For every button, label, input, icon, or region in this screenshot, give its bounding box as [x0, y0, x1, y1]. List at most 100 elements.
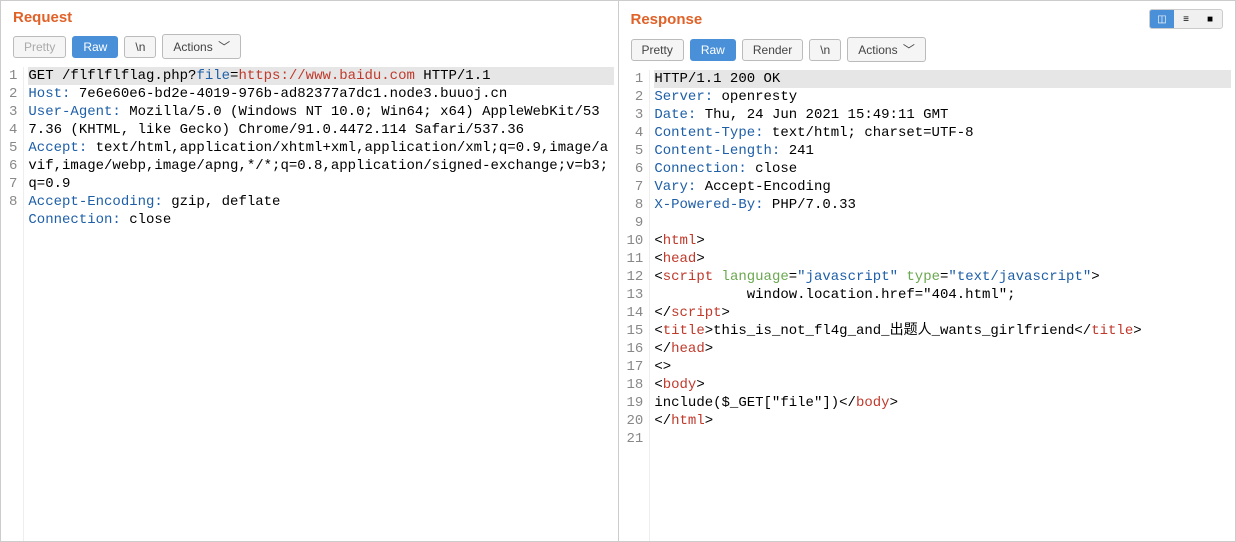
- response-panel: Response Pretty Raw Render \n Actions ﹀ …: [619, 1, 1236, 541]
- code-token: language: [722, 269, 789, 285]
- request-editor[interactable]: 12345678 GET /flflflflag.php?file=https:…: [1, 67, 618, 541]
- code-token: <: [654, 323, 662, 339]
- line-number: 8: [627, 196, 644, 214]
- pretty-button[interactable]: Pretty: [631, 39, 684, 61]
- code-line[interactable]: <script language="javascript" type="text…: [654, 268, 1231, 286]
- code-token: <: [654, 269, 662, 285]
- pretty-button[interactable]: Pretty: [13, 36, 66, 58]
- code-token: >: [705, 323, 713, 339]
- request-panel: Request Pretty Raw \n Actions ﹀ 12345678…: [1, 1, 619, 541]
- code-line[interactable]: include($_GET["file"])</body>: [654, 394, 1231, 412]
- line-number: 17: [627, 358, 644, 376]
- code-line[interactable]: <title>this_is_not_fl4g_and_出题人_wants_gi…: [654, 322, 1231, 340]
- code-token: ": [948, 269, 956, 285]
- code-token: type: [906, 269, 940, 285]
- code-line[interactable]: </script>: [654, 304, 1231, 322]
- code-line[interactable]: Vary: Accept-Encoding: [654, 178, 1231, 196]
- line-number: 8: [9, 193, 17, 211]
- line-number: 20: [627, 412, 644, 430]
- code-line[interactable]: </head>: [654, 340, 1231, 358]
- line-number: 5: [627, 142, 644, 160]
- code-line[interactable]: Accept-Encoding: gzip, deflate: [28, 193, 613, 211]
- code-line[interactable]: <body>: [654, 376, 1231, 394]
- response-editor[interactable]: 123456789101112131415161718192021 HTTP/1…: [619, 70, 1236, 541]
- code-line[interactable]: Date: Thu, 24 Jun 2021 15:49:11 GMT: [654, 106, 1231, 124]
- code-line[interactable]: <head>: [654, 250, 1231, 268]
- code-line[interactable]: </html>: [654, 412, 1231, 430]
- raw-button[interactable]: Raw: [690, 39, 736, 61]
- line-number: 14: [627, 304, 644, 322]
- line-number: 6: [9, 157, 17, 175]
- code-token: 241: [780, 143, 814, 159]
- line-number: 21: [627, 430, 644, 448]
- code-line[interactable]: User-Agent: Mozilla/5.0 (Windows NT 10.0…: [28, 103, 613, 139]
- render-button[interactable]: Render: [742, 39, 803, 61]
- code-token: Accept:: [28, 140, 87, 156]
- code-token: Content-Type:: [654, 125, 763, 141]
- code-token: <: [654, 377, 662, 393]
- line-number: 4: [9, 121, 17, 139]
- code-line[interactable]: [28, 247, 613, 265]
- layout-single-icon[interactable]: [1198, 10, 1222, 28]
- code-token: Content-Length:: [654, 143, 780, 159]
- code-line[interactable]: <>: [654, 358, 1231, 376]
- chevron-down-icon: ﹀: [900, 43, 915, 57]
- code-line[interactable]: Content-Type: text/html; charset=UTF-8: [654, 124, 1231, 142]
- code-line[interactable]: [654, 430, 1231, 448]
- code-token: openresty: [713, 89, 797, 105]
- code-line[interactable]: Connection: close: [28, 211, 613, 229]
- request-toolbar: Pretty Raw \n Actions ﹀: [1, 30, 618, 67]
- code-token: <: [654, 251, 662, 267]
- layout-toggle: [1149, 9, 1223, 29]
- code-line[interactable]: X-Powered-By: PHP/7.0.33: [654, 196, 1231, 214]
- code-token: GET /flflflflag.php?: [28, 68, 196, 84]
- code-token: Date:: [654, 107, 696, 123]
- code-token: close: [121, 212, 171, 228]
- code-token: text/html,application/xhtml+xml,applicat…: [28, 140, 608, 192]
- code-token: HTTP/1.1: [415, 68, 491, 84]
- code-line[interactable]: Connection: close: [654, 160, 1231, 178]
- code-token: >: [705, 341, 713, 357]
- code-line[interactable]: [654, 214, 1231, 232]
- code-token: file: [196, 68, 230, 84]
- code-line[interactable]: Content-Length: 241: [654, 142, 1231, 160]
- code-token: ": [890, 269, 898, 285]
- code-line[interactable]: Server: openresty: [654, 88, 1231, 106]
- code-token: <>: [654, 359, 671, 375]
- response-code[interactable]: HTTP/1.1 200 OKServer: openrestyDate: Th…: [650, 70, 1235, 541]
- code-token: Thu, 24 Jun 2021 15:49:11 GMT: [696, 107, 948, 123]
- layout-columns-icon[interactable]: [1150, 10, 1174, 28]
- line-number: 2: [9, 85, 17, 103]
- line-number: 1: [627, 70, 644, 88]
- line-number: 18: [627, 376, 644, 394]
- actions-button[interactable]: Actions ﹀: [847, 37, 926, 62]
- code-token: </: [654, 413, 671, 429]
- newline-button[interactable]: \n: [809, 39, 841, 61]
- split-container: Request Pretty Raw \n Actions ﹀ 12345678…: [0, 0, 1236, 542]
- newline-button[interactable]: \n: [124, 36, 156, 58]
- code-token: =: [789, 269, 797, 285]
- code-token: Host:: [28, 86, 70, 102]
- code-line[interactable]: HTTP/1.1 200 OK: [654, 70, 1231, 88]
- code-line[interactable]: Accept: text/html,application/xhtml+xml,…: [28, 139, 613, 193]
- raw-button[interactable]: Raw: [72, 36, 118, 58]
- code-line[interactable]: GET /flflflflag.php?file=https://www.bai…: [28, 67, 613, 85]
- line-number: 11: [627, 250, 644, 268]
- response-title: Response: [631, 11, 703, 28]
- actions-button[interactable]: Actions ﹀: [162, 34, 241, 59]
- code-token: text/javascript: [957, 269, 1083, 285]
- code-line[interactable]: window.location.href="404.html";: [654, 286, 1231, 304]
- line-number: 15: [627, 322, 644, 340]
- code-line[interactable]: <html>: [654, 232, 1231, 250]
- code-line[interactable]: Host: 7e6e60e6-bd2e-4019-976b-ad82377a7d…: [28, 85, 613, 103]
- code-token: <: [654, 233, 662, 249]
- code-line[interactable]: [28, 229, 613, 247]
- request-code[interactable]: GET /flflflflag.php?file=https://www.bai…: [24, 67, 617, 541]
- code-token: html: [663, 233, 697, 249]
- code-token: ": [1083, 269, 1091, 285]
- code-token: ": [797, 269, 805, 285]
- layout-rows-icon[interactable]: [1174, 10, 1198, 28]
- line-number: 3: [627, 106, 644, 124]
- code-token: html: [671, 413, 705, 429]
- code-token: PHP/7.0.33: [764, 197, 856, 213]
